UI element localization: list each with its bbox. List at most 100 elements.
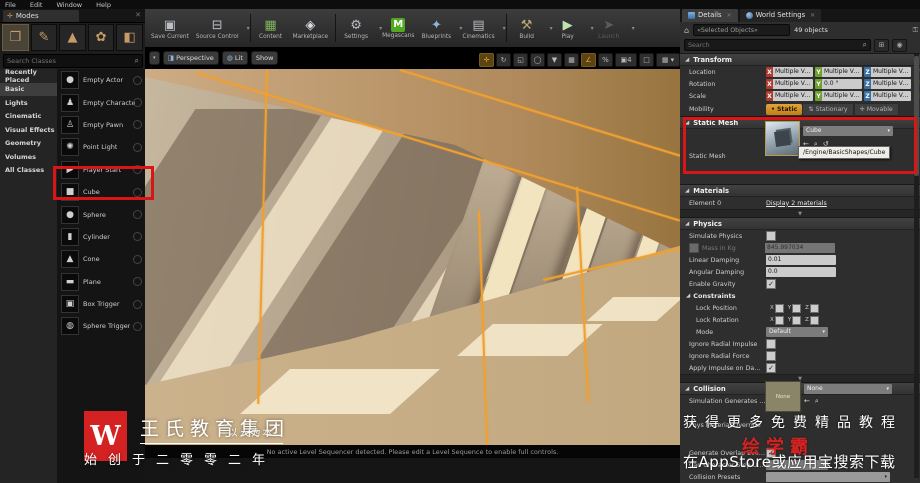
display-materials-link[interactable]: Display 2 materials [766,200,827,207]
viewport-options-button[interactable]: ▾ [149,51,160,65]
list-item-cylinder[interactable]: ▮ Cylinder [57,226,145,248]
browse-icon[interactable]: ⌕ [815,397,819,406]
physics-section-header[interactable]: ◢ Physics [680,217,920,230]
category-all-classes[interactable]: All Classes [0,164,57,178]
content-button[interactable]: ▦ Content [256,17,286,40]
foliage-mode-button[interactable]: ✿ [87,24,115,51]
use-selected-arrow-icon[interactable]: ← [804,397,810,406]
camera-speed-button[interactable]: ▣ 4 [615,53,637,67]
close-icon[interactable]: ✕ [810,12,815,19]
list-item-box-trigger[interactable]: ▣ Box Trigger [57,293,145,315]
scrollbar-thumb[interactable] [914,56,919,176]
maximize-viewport-icon[interactable]: □ [639,53,654,67]
details-scrollbar[interactable] [914,54,919,478]
scale-z-field[interactable]: Multiple Values [871,91,911,101]
simulate-physics-checkbox[interactable] [766,231,776,241]
list-item-cone[interactable]: ▲ Cone [57,248,145,270]
list-item-cube[interactable]: ■ Cube [57,181,145,203]
phys-material-dropdown[interactable]: None ▾ [804,384,892,394]
mobility-stationary-button[interactable]: ⇅ Stationary [802,102,854,116]
lit-mode-button[interactable]: ◍ Lit [221,51,248,65]
lock-position-y-checkbox[interactable] [792,303,802,313]
perspective-button[interactable]: ◨ Perspective [162,51,219,65]
rotation-z-field[interactable]: Multiple Values [871,79,911,89]
category-lights[interactable]: Lights [0,96,57,110]
menu-edit[interactable]: Edit [30,1,43,9]
list-item-empty-character[interactable]: ♟ Empty Character [57,91,145,113]
list-item-point-light[interactable]: ✺ Point Light [57,136,145,158]
list-item-empty-pawn[interactable]: ♙ Empty Pawn [57,114,145,136]
mass-override-checkbox[interactable] [689,243,699,253]
tab-world-settings[interactable]: World Settings ✕ [739,8,822,22]
enable-gravity-checkbox[interactable]: ✓ [766,279,776,289]
scale-snap-icon[interactable]: % [598,53,613,67]
static-mesh-thumbnail[interactable] [765,121,800,156]
list-item-player-start[interactable]: ▶ Player Start [57,159,145,181]
linear-damping-field[interactable]: 0.01 [766,255,836,265]
category-recently-placed[interactable]: Recently Placed [0,68,57,84]
build-button[interactable]: ⚒ Build [512,17,542,40]
lock-position-x-checkbox[interactable] [774,303,784,313]
close-icon[interactable]: ✕ [727,12,732,19]
launch-button[interactable]: ➤ Launch [594,17,624,40]
lock-rotation-z-checkbox[interactable] [809,315,819,325]
angular-damping-field[interactable]: 0.0 [766,267,836,277]
location-z-field[interactable]: Multiple Values [871,67,911,77]
static-mesh-dropdown[interactable]: Cube ▾ [803,126,893,136]
lock-icon[interactable]: ⚿ [913,26,918,35]
list-item-empty-actor[interactable]: ● Empty Actor [57,69,145,91]
list-item-plane[interactable]: ▬ Plane [57,271,145,293]
source-control-button[interactable]: ⊟ Source Control [196,17,239,40]
apply-impulse-checkbox[interactable]: ✓ [766,363,776,373]
category-visual-effects[interactable]: Visual Effects [0,123,57,137]
category-geometry[interactable]: Geometry [0,137,57,151]
save-current-button[interactable]: ▣ Save Current [151,17,189,40]
place-mode-button[interactable]: ❒ [2,24,29,51]
modes-tab[interactable]: ✛ Modes [3,10,79,22]
mobility-static-button[interactable]: • Static [766,103,803,115]
scale-tool-icon[interactable]: ◱ [513,53,528,67]
location-x-field[interactable]: Multiple Values [773,67,813,77]
paint-mode-button[interactable]: ✎ [30,24,58,51]
blueprints-button[interactable]: ✦ Blueprints [421,17,451,40]
rotation-snap-icon[interactable]: ∠ [581,53,596,67]
lock-rotation-y-checkbox[interactable] [792,315,802,325]
menu-help[interactable]: Help [96,1,111,9]
landscape-mode-button[interactable]: ▲ [59,24,86,51]
marketplace-button[interactable]: ◈ Marketplace [293,17,329,40]
surface-snap-icon[interactable]: ▼ [547,53,562,67]
grid-snap-icon[interactable]: ▦ [564,53,579,67]
category-basic[interactable]: Basic [0,82,57,96]
ignore-radial-impulse-checkbox[interactable] [766,339,776,349]
location-y-field[interactable]: Multiple Values [822,67,862,77]
settings-button[interactable]: ⚙ Settings [341,17,371,40]
rotation-x-field[interactable]: Multiple Values [773,79,813,89]
ignore-radial-force-checkbox[interactable] [766,351,776,361]
megascans-button[interactable]: M Megascans [382,17,414,39]
rotation-y-field[interactable]: 0.0 ° [822,79,862,89]
level-viewport[interactable]: ▾ ◨ Perspective ◍ Lit Show ✛ ↻ ◱ ◯ ▼ ▦ ∠ [145,47,680,458]
move-tool-icon[interactable]: ✛ [479,53,494,67]
view-options-eye-icon[interactable]: ◉ [892,38,907,52]
category-cinematic[interactable]: Cinematic [0,110,57,124]
tab-details[interactable]: Details ✕ [682,8,738,22]
lock-rotation-x-checkbox[interactable] [774,315,784,325]
cinematics-button[interactable]: ▤ Cinematics [462,17,494,40]
geometry-mode-button[interactable]: ◧ [116,24,143,51]
viewport-layout-icon[interactable]: ▦ ▾ [656,53,680,67]
phys-material-thumbnail[interactable]: None [765,381,801,412]
can-step-up-dropdown[interactable]: ▾ [766,460,828,470]
menu-window[interactable]: Window [56,1,82,9]
scale-y-field[interactable]: Multiple Values [822,91,862,101]
materials-expander[interactable]: ▼ [680,209,920,217]
property-matrix-icon[interactable]: ⊞ [874,38,889,52]
world-coordinate-icon[interactable]: ◯ [530,53,545,67]
collision-presets-dropdown[interactable]: ▾ [766,472,890,482]
play-button[interactable]: ▶ Play [553,17,583,40]
materials-section-header[interactable]: ◢ Materials [680,184,920,197]
selected-objects-dropdown[interactable]: «Selected Objects» [693,24,791,36]
show-button[interactable]: Show [250,51,279,65]
viewport-3d-scene[interactable] [145,69,680,445]
details-search-input[interactable] [685,41,863,49]
mobility-movable-button[interactable]: ✛ Movable [853,102,899,116]
